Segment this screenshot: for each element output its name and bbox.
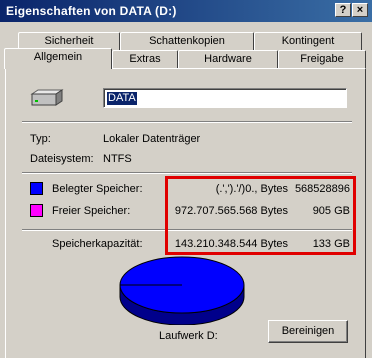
tab-allgemein[interactable]: Allgemein bbox=[4, 48, 112, 69]
free-space-label: Freier Speicher: bbox=[52, 205, 131, 217]
disk-usage-pie bbox=[119, 256, 245, 325]
tab-hardware[interactable]: Hardware bbox=[178, 50, 278, 69]
used-space-swatch bbox=[30, 182, 43, 195]
separator bbox=[22, 121, 352, 123]
close-button[interactable]: × bbox=[352, 3, 368, 17]
help-button[interactable]: ? bbox=[335, 3, 351, 17]
drive-name-value: DATA bbox=[107, 92, 137, 105]
tab-extras[interactable]: Extras bbox=[112, 50, 178, 69]
type-value: Lokaler Datenträger bbox=[103, 133, 201, 145]
filesystem-value: NTFS bbox=[103, 153, 132, 165]
used-space-label: Belegter Speicher: bbox=[52, 183, 143, 195]
cleanup-button[interactable]: Bereinigen bbox=[268, 320, 348, 343]
annotation-highlight-box bbox=[165, 176, 356, 255]
type-label: Typ: bbox=[30, 133, 51, 145]
tab-schattenkopien[interactable]: Schattenkopien bbox=[120, 32, 254, 51]
separator bbox=[22, 172, 352, 174]
capacity-label: Speicherkapazität: bbox=[52, 238, 143, 250]
title-bar[interactable]: Eigenschaften von DATA (D:) ? × bbox=[0, 0, 372, 22]
hard-drive-icon bbox=[30, 89, 64, 106]
free-space-swatch bbox=[30, 204, 43, 217]
filesystem-label: Dateisystem: bbox=[30, 153, 94, 165]
tab-freigabe[interactable]: Freigabe bbox=[278, 50, 366, 69]
drive-label: Laufwerk D: bbox=[159, 330, 218, 342]
tab-kontingent[interactable]: Kontingent bbox=[254, 32, 362, 51]
window-title: Eigenschaften von DATA (D:) bbox=[6, 4, 177, 18]
drive-name-input[interactable]: DATA bbox=[103, 88, 347, 108]
